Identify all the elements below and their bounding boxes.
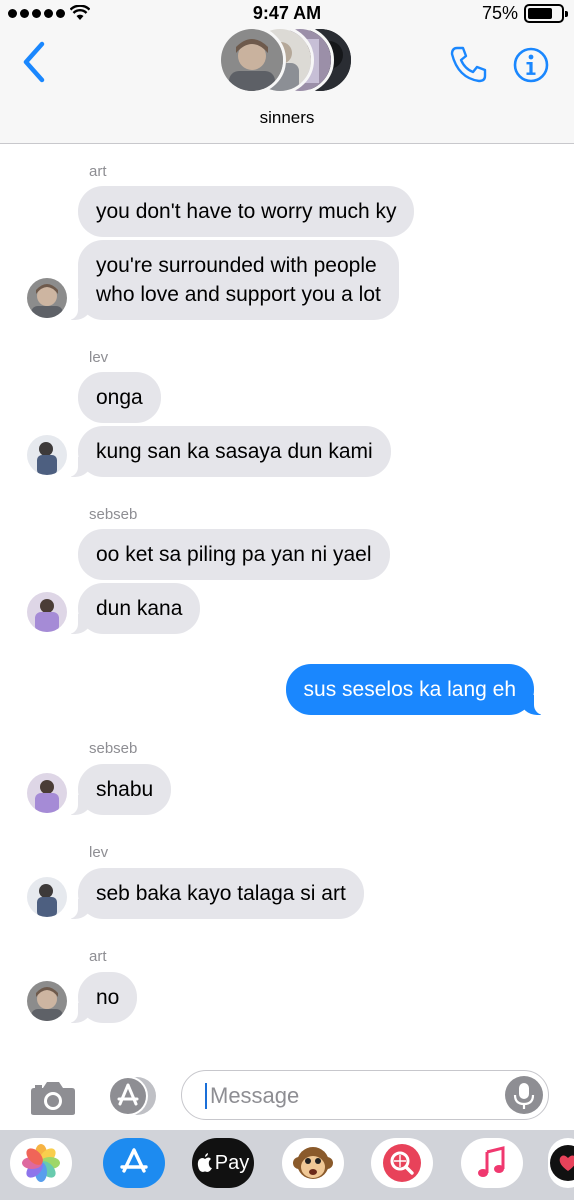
apple-pay-icon: [197, 1153, 212, 1172]
battery-percentage: 75%: [481, 3, 518, 23]
message-bubble[interactable]: you don't have to worry much ky: [78, 186, 415, 237]
app-drawer: Pay: [0, 1130, 574, 1200]
message-placeholder: Message: [210, 1083, 300, 1108]
apple-pay-label: Pay: [214, 1151, 250, 1174]
text-caret: [205, 1083, 207, 1109]
apple-pay-app[interactable]: Pay: [192, 1138, 254, 1188]
group-name[interactable]: sinners: [0, 108, 574, 128]
sender-name: lev: [89, 349, 109, 366]
sender-name: art: [89, 163, 107, 180]
message-bubble[interactable]: seb baka kayo talaga si art: [68, 868, 364, 919]
photos-icon: [22, 1144, 60, 1182]
sender-name: sebseb: [89, 506, 138, 523]
heart-app[interactable]: [548, 1138, 574, 1188]
avatar[interactable]: [27, 592, 67, 632]
avatar[interactable]: [27, 877, 67, 917]
music-icon: [478, 1146, 505, 1177]
sent-message-bubble[interactable]: sus seselos ka lang eh: [285, 664, 545, 715]
animoji-monkey-icon: [293, 1147, 333, 1179]
message-thread[interactable]: art you don't have to worry much ky you'…: [0, 145, 574, 1060]
phone-icon[interactable]: [448, 44, 488, 84]
avatar[interactable]: [27, 278, 67, 318]
sender-name: sebseb: [89, 740, 138, 757]
animoji-app[interactable]: [282, 1138, 344, 1188]
avatar[interactable]: [27, 435, 67, 475]
group-avatar-stack[interactable]: [218, 26, 358, 94]
image-search-icon: [383, 1144, 421, 1182]
conversation-header: 9:47 AM 75% sinners: [0, 0, 574, 144]
message-bubble[interactable]: dun kana: [67, 583, 201, 634]
member-avatar: [218, 26, 286, 94]
message-bubble[interactable]: no: [67, 972, 138, 1023]
music-app[interactable]: [461, 1138, 523, 1188]
sender-name: lev: [89, 844, 109, 861]
message-bubble[interactable]: you're surrounded with people who love a…: [68, 240, 399, 320]
info-icon[interactable]: [512, 46, 550, 84]
message-bubble[interactable]: oo ket sa piling pa yan ni yael: [78, 529, 390, 580]
app-store-app[interactable]: [103, 1138, 165, 1188]
heart-app-icon: [550, 1145, 574, 1181]
chevron-left-icon[interactable]: [18, 40, 54, 84]
battery-icon: [524, 4, 568, 23]
message-bubble[interactable]: kung san ka sasaya dun kami: [68, 426, 391, 477]
avatar[interactable]: [27, 773, 67, 813]
camera-icon[interactable]: [30, 1080, 76, 1116]
compose-bar: Message: [0, 1060, 574, 1130]
status-bar: 9:47 AM 75%: [0, 0, 574, 28]
microphone-icon: [513, 1083, 535, 1109]
message-input[interactable]: Message: [181, 1070, 549, 1120]
message-bubble[interactable]: shabu: [67, 764, 172, 815]
photos-app[interactable]: [10, 1138, 72, 1188]
app-store-icon: [120, 1148, 148, 1173]
app-store-icon[interactable]: [104, 1076, 158, 1116]
avatar[interactable]: [27, 981, 67, 1021]
microphone-button[interactable]: [505, 1076, 543, 1114]
sender-name: art: [89, 948, 107, 965]
message-bubble[interactable]: onga: [78, 372, 161, 423]
image-search-app[interactable]: [371, 1138, 433, 1188]
